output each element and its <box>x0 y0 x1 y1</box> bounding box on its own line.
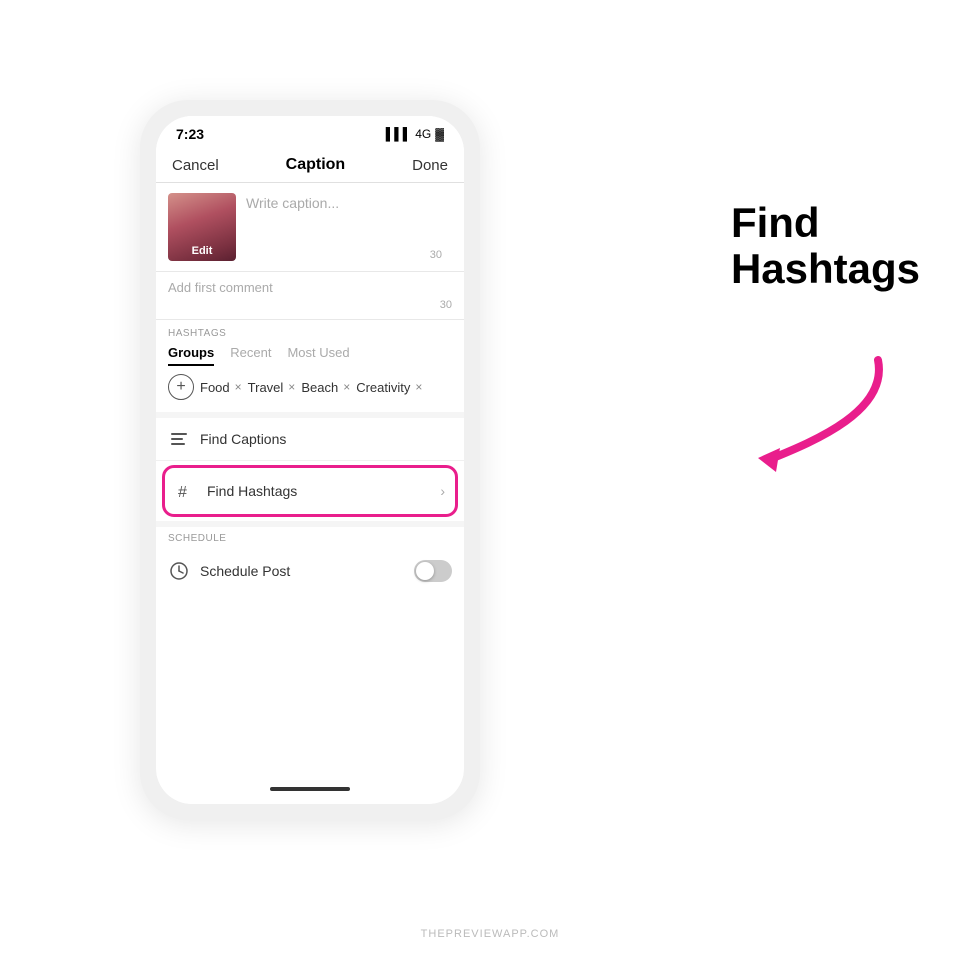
tag-beach-label[interactable]: Beach <box>301 380 338 395</box>
find-hashtags-title: FindHashtags <box>731 200 920 292</box>
hashtag-icon: # <box>175 480 197 502</box>
toggle-knob <box>416 562 434 580</box>
tab-recent[interactable]: Recent <box>230 345 271 366</box>
status-bar: 7:23 ▌▌▌ 4G ▓ <box>156 116 464 148</box>
caption-area: Edit Write caption... 30 <box>156 183 464 272</box>
home-indicator <box>156 774 464 804</box>
tag-travel-label[interactable]: Travel <box>248 380 284 395</box>
schedule-post-item: Schedule Post <box>168 550 452 592</box>
tab-groups[interactable]: Groups <box>168 345 214 366</box>
nav-title: Caption <box>286 156 346 174</box>
status-icons: ▌▌▌ 4G ▓ <box>386 127 444 141</box>
first-comment: Add first comment 30 <box>156 272 464 320</box>
arrow-container <box>738 350 898 485</box>
schedule-section: SCHEDULE Schedule Post <box>156 521 464 596</box>
network-label: 4G <box>415 127 431 141</box>
tag-chips: + Food × Travel × Beach × Creativity <box>168 374 452 408</box>
status-time: 7:23 <box>176 126 204 142</box>
find-hashtags-item[interactable]: # Find Hashtags › <box>162 465 458 517</box>
schedule-toggle[interactable] <box>414 560 452 582</box>
tag-creativity: Creativity × <box>356 380 422 395</box>
page-container: 7:23 ▌▌▌ 4G ▓ Cancel Caption Done Edit <box>0 0 980 980</box>
tag-travel: Travel × <box>248 380 296 395</box>
add-tag-button[interactable]: + <box>168 374 194 400</box>
caption-placeholder[interactable]: Write caption... <box>246 193 442 211</box>
tag-creativity-remove[interactable]: × <box>415 380 422 394</box>
hashtags-section: HASHTAGS Groups Recent Most Used + Food … <box>156 320 464 412</box>
tag-food: Food × <box>200 380 242 395</box>
first-comment-placeholder[interactable]: Add first comment <box>168 280 452 295</box>
clock-icon <box>168 560 190 582</box>
photo-edit-label[interactable]: Edit <box>192 245 213 257</box>
caption-count: 30 <box>246 249 442 261</box>
caption-input-area: Write caption... 30 <box>236 193 452 261</box>
battery-icon: ▓ <box>435 127 444 141</box>
tag-beach: Beach × <box>301 380 350 395</box>
tab-most-used[interactable]: Most Used <box>287 345 349 366</box>
signal-icon: ▌▌▌ <box>386 127 412 141</box>
tag-creativity-label[interactable]: Creativity <box>356 380 410 395</box>
home-bar <box>270 787 350 791</box>
svg-text:#: # <box>178 484 187 499</box>
find-hashtags-chevron: › <box>440 483 445 499</box>
tag-food-remove[interactable]: × <box>235 380 242 394</box>
schedule-post-label: Schedule Post <box>200 563 414 579</box>
menu-section: Find Captions # Find Hashtags › <box>156 412 464 521</box>
schedule-section-label: SCHEDULE <box>168 533 452 544</box>
hashtag-tabs: Groups Recent Most Used <box>168 345 452 366</box>
pink-arrow-svg <box>738 350 898 480</box>
find-captions-icon <box>168 428 190 450</box>
find-hashtags-label: Find Hashtags <box>207 483 440 499</box>
cancel-button[interactable]: Cancel <box>172 157 219 174</box>
done-button[interactable]: Done <box>412 157 448 174</box>
phone-shell: 7:23 ▌▌▌ 4G ▓ Cancel Caption Done Edit <box>140 100 480 820</box>
tag-beach-remove[interactable]: × <box>343 380 350 394</box>
find-captions-label: Find Captions <box>200 431 286 447</box>
first-comment-count: 30 <box>168 299 452 311</box>
nav-bar: Cancel Caption Done <box>156 148 464 183</box>
phone-inner: 7:23 ▌▌▌ 4G ▓ Cancel Caption Done Edit <box>156 116 464 804</box>
hashtags-section-label: HASHTAGS <box>168 328 452 339</box>
footer: THEPREVIEWAPP.COM <box>421 928 560 940</box>
right-content: FindHashtags <box>731 200 920 312</box>
find-captions-item[interactable]: Find Captions <box>156 418 464 461</box>
tag-food-label[interactable]: Food <box>200 380 230 395</box>
photo-thumbnail[interactable]: Edit <box>168 193 236 261</box>
tag-travel-remove[interactable]: × <box>288 380 295 394</box>
